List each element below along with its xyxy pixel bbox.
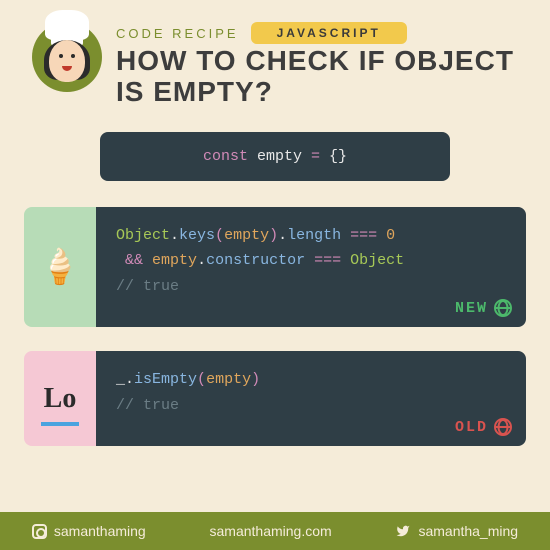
instagram-icon — [32, 524, 47, 539]
globe-icon — [494, 299, 512, 317]
page-title: HOW TO CHECK IF OBJECT IS EMPTY? — [116, 46, 518, 108]
comment-true: // true — [116, 393, 506, 419]
code-declare: const empty = {} — [100, 132, 450, 181]
new-badge: NEW — [455, 296, 512, 322]
old-method-panel: Lo _.isEmpty(empty) // true OLD — [24, 351, 526, 446]
avatar — [32, 22, 102, 92]
website-link[interactable]: samanthaming.com — [210, 523, 332, 539]
footer: samanthaming samanthaming.com samantha_m… — [0, 512, 550, 550]
code-old: _.isEmpty(empty) // true OLD — [96, 351, 526, 446]
comment-true: // true — [116, 274, 506, 300]
twitter-link[interactable]: samantha_ming — [395, 523, 518, 539]
code-new: Object.keys(empty).length === 0 && empty… — [96, 207, 526, 328]
old-badge: OLD — [455, 415, 512, 441]
lodash-icon: Lo — [24, 351, 96, 446]
new-method-panel: 🍦 Object.keys(empty).length === 0 && emp… — [24, 207, 526, 328]
eyebrow-label: CODE RECIPE — [116, 26, 239, 41]
globe-icon — [494, 418, 512, 436]
instagram-link[interactable]: samanthaming — [32, 523, 146, 539]
chef-hat-icon — [45, 10, 89, 40]
header: CODE RECIPE JAVASCRIPT HOW TO CHECK IF O… — [0, 0, 550, 116]
twitter-icon — [395, 524, 411, 538]
icecream-icon: 🍦 — [24, 207, 96, 328]
language-pill: JAVASCRIPT — [251, 22, 407, 44]
